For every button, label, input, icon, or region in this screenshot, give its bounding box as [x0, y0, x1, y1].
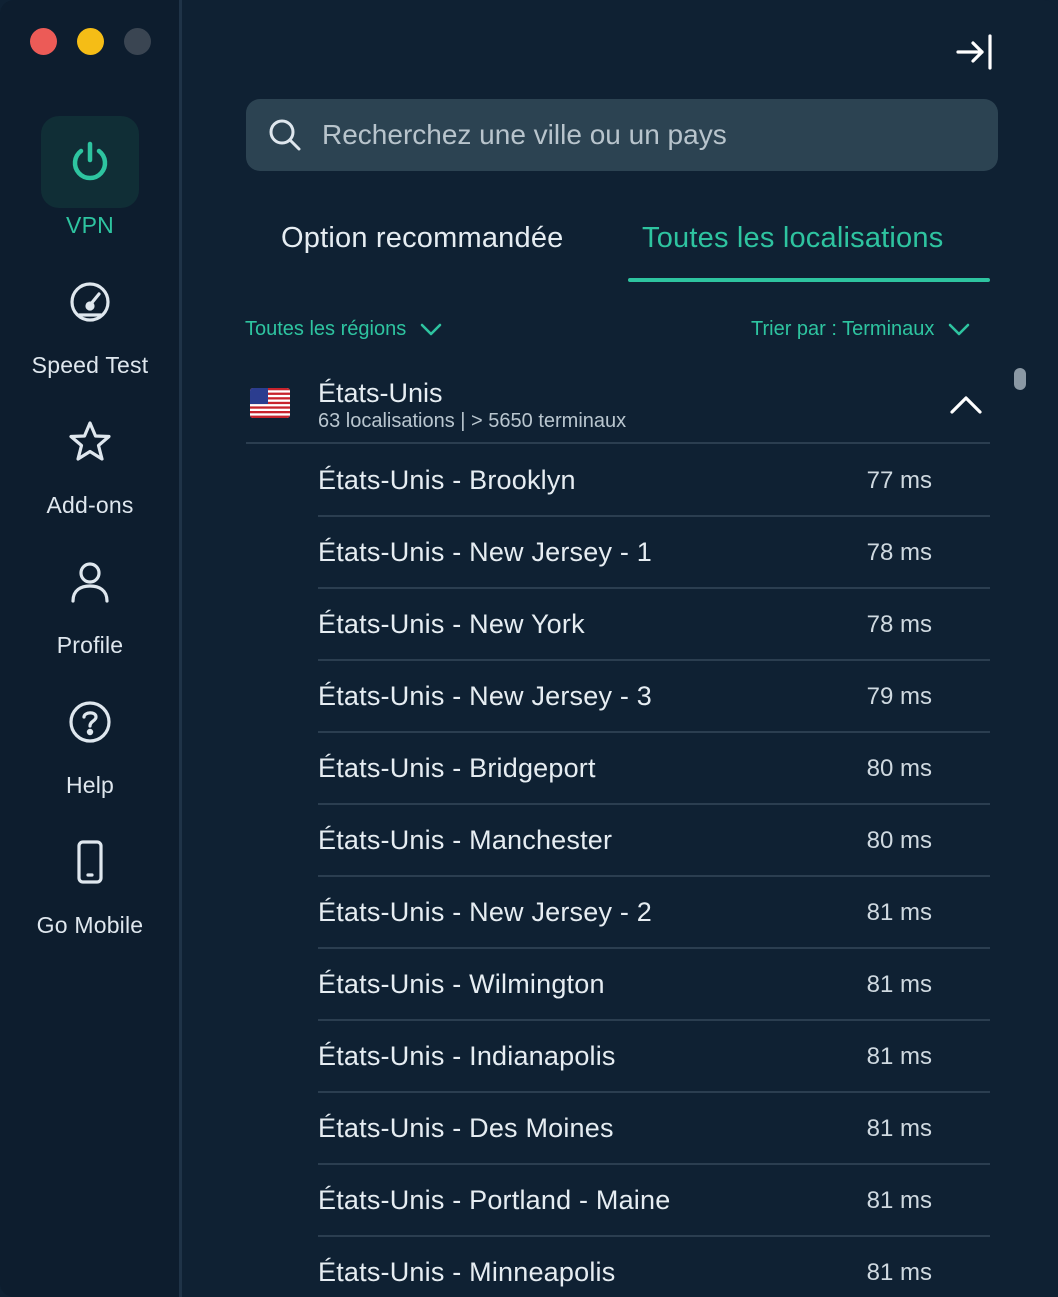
latency-value: 78 ms	[866, 611, 932, 638]
sidebar-item-add-ons[interactable]: Add-ons	[0, 396, 180, 519]
sidebar-item-go-mobile[interactable]: Go Mobile	[0, 816, 180, 939]
country-group-header[interactable]: États-Unis 63 localisations | > 5650 ter…	[246, 374, 990, 444]
latency-value: 81 ms	[866, 1259, 932, 1286]
active-tab-indicator	[628, 278, 990, 282]
collapse-panel-button[interactable]	[950, 30, 998, 74]
sidebar-item-label: Profile	[56, 632, 124, 658]
sidebar-item-label: VPN	[66, 212, 114, 238]
location-name: États-Unis - Minneapolis	[318, 1257, 616, 1287]
scrollbar[interactable]	[1014, 368, 1026, 390]
location-row[interactable]: États-Unis - Portland - Maine 81 ms	[318, 1165, 990, 1237]
location-name: États-Unis - Brooklyn	[318, 465, 576, 495]
location-row[interactable]: États-Unis - New Jersey - 1 78 ms	[318, 517, 990, 589]
location-name: États-Unis - Bridgeport	[318, 753, 596, 783]
location-name: États-Unis - Wilmington	[318, 969, 605, 999]
location-row[interactable]: États-Unis - Des Moines 81 ms	[318, 1093, 990, 1165]
location-name: États-Unis - Indianapolis	[318, 1041, 616, 1071]
location-row[interactable]: États-Unis - New York 78 ms	[318, 589, 990, 661]
power-icon	[41, 116, 139, 208]
tab-recommended[interactable]: Option recommandée	[281, 222, 563, 255]
chevron-up-icon[interactable]	[946, 390, 986, 418]
zoom-window-button[interactable]	[124, 28, 151, 55]
latency-value: 81 ms	[866, 1187, 932, 1214]
location-row[interactable]: États-Unis - Bridgeport 80 ms	[318, 733, 990, 805]
us-flag-icon	[250, 388, 290, 418]
location-row[interactable]: États-Unis - Manchester 80 ms	[318, 805, 990, 877]
country-subtitle: 63 localisations | > 5650 terminaux	[318, 410, 627, 432]
sort-dropdown[interactable]: Trier par : Terminaux	[751, 318, 970, 341]
mobile-icon	[41, 816, 139, 908]
latency-value: 81 ms	[866, 1043, 932, 1070]
location-list: États-Unis - Brooklyn 77 ms États-Unis - …	[318, 445, 990, 1297]
search-bar[interactable]	[246, 99, 998, 171]
sidebar-item-label: Speed Test	[31, 352, 149, 378]
sort-label: Trier par : Terminaux	[751, 318, 935, 340]
latency-value: 78 ms	[866, 539, 932, 566]
latency-value: 77 ms	[866, 467, 932, 494]
app-window: VPN Speed Test Add-ons Profile Help Go M…	[0, 0, 1058, 1297]
sidebar-item-vpn[interactable]: VPN	[0, 116, 180, 239]
location-name: États-Unis - Portland - Maine	[318, 1185, 671, 1215]
location-row[interactable]: États-Unis - New Jersey - 3 79 ms	[318, 661, 990, 733]
location-name: États-Unis - Manchester	[318, 825, 613, 855]
sidebar-item-speed-test[interactable]: Speed Test	[0, 256, 180, 379]
search-icon	[269, 119, 301, 151]
close-window-button[interactable]	[30, 28, 57, 55]
chevron-down-icon	[420, 323, 442, 335]
sidebar-item-label: Go Mobile	[36, 912, 144, 938]
chevron-down-icon	[949, 323, 970, 335]
location-name: États-Unis - Des Moines	[318, 1113, 614, 1143]
location-row[interactable]: États-Unis - Minneapolis 81 ms	[318, 1237, 990, 1297]
location-row[interactable]: États-Unis - Brooklyn 77 ms	[318, 445, 990, 517]
location-name: États-Unis - New Jersey - 3	[318, 681, 652, 711]
location-row[interactable]: États-Unis - Wilmington 81 ms	[318, 949, 990, 1021]
sidebar-item-help[interactable]: Help	[0, 676, 180, 799]
window-controls	[30, 28, 151, 55]
sidebar-item-profile[interactable]: Profile	[0, 536, 180, 659]
latency-value: 79 ms	[866, 683, 932, 710]
latency-value: 80 ms	[866, 827, 932, 854]
region-filter-dropdown[interactable]: Toutes les régions	[245, 318, 442, 341]
tab-all-locations[interactable]: Toutes les localisations	[642, 222, 943, 255]
latency-value: 81 ms	[866, 899, 932, 926]
person-icon	[41, 536, 139, 628]
country-name: États-Unis	[318, 378, 443, 408]
sidebar-item-label: Add-ons	[46, 492, 134, 518]
arrow-right-to-line-icon	[956, 34, 992, 70]
location-row[interactable]: États-Unis - Indianapolis 81 ms	[318, 1021, 990, 1093]
sidebar-item-label: Help	[65, 772, 115, 798]
minimize-window-button[interactable]	[77, 28, 104, 55]
location-row[interactable]: États-Unis - New Jersey - 2 81 ms	[318, 877, 990, 949]
speedometer-icon	[41, 256, 139, 348]
location-name: États-Unis - New Jersey - 2	[318, 897, 652, 927]
help-icon	[41, 676, 139, 768]
latency-value: 81 ms	[866, 971, 932, 998]
sidebar: VPN Speed Test Add-ons Profile Help Go M…	[0, 0, 182, 1297]
location-name: États-Unis - New York	[318, 609, 585, 639]
star-icon	[41, 396, 139, 488]
latency-value: 80 ms	[866, 755, 932, 782]
region-filter-label: Toutes les régions	[245, 318, 407, 340]
latency-value: 81 ms	[866, 1115, 932, 1142]
search-input[interactable]	[322, 119, 962, 151]
location-name: États-Unis - New Jersey - 1	[318, 537, 652, 567]
